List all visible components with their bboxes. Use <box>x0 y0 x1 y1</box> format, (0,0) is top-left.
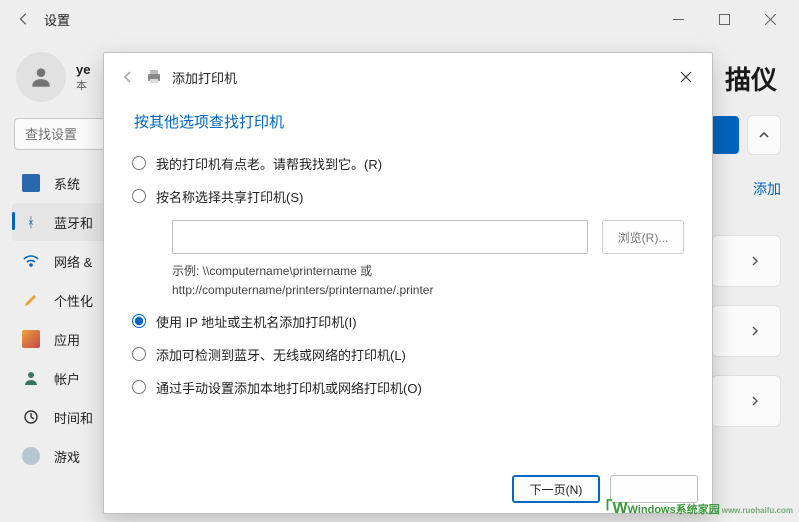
share-name-input[interactable] <box>172 220 588 254</box>
dialog-header: 添加打印机 <box>104 53 712 93</box>
printer-icon <box>144 67 164 87</box>
watermark-text: 系统家园 <box>676 501 720 517</box>
radio-old-printer[interactable] <box>132 156 146 170</box>
option-wireless-printer[interactable]: 添加可检测到蓝牙、无线或网络的打印机(L) <box>132 345 684 364</box>
dialog-back-button[interactable] <box>114 63 142 91</box>
add-printer-dialog: 添加打印机 按其他选项查找打印机 我的打印机有点老。请帮我找到它。(R) 按名称… <box>103 52 713 514</box>
share-example-text: 示例: \\computername\printername 或 http://… <box>172 262 684 300</box>
option-label: 按名称选择共享打印机(S) <box>156 187 303 206</box>
radio-ip-printer[interactable] <box>132 314 146 328</box>
option-old-printer[interactable]: 我的打印机有点老。请帮我找到它。(R) <box>132 154 684 173</box>
watermark-url: www.ruohaifu.com <box>722 506 793 515</box>
option-label: 我的打印机有点老。请帮我找到它。(R) <box>156 154 382 173</box>
dialog-subtitle: 按其他选项查找打印机 <box>104 93 712 136</box>
option-label: 通过手动设置添加本地打印机或网络打印机(O) <box>156 378 422 397</box>
radio-share-printer[interactable] <box>132 189 146 203</box>
dialog-close-button[interactable] <box>670 63 702 91</box>
option-share-printer[interactable]: 按名称选择共享打印机(S) <box>132 187 684 206</box>
dialog-title: 添加打印机 <box>172 68 237 87</box>
watermark: 「W Windows 系统家园 www.ruohaifu.com <box>596 494 793 518</box>
watermark-brand: 「W <box>596 494 627 518</box>
radio-wireless-printer[interactable] <box>132 347 146 361</box>
option-label: 使用 IP 地址或主机名添加打印机(I) <box>156 312 357 331</box>
option-ip-printer[interactable]: 使用 IP 地址或主机名添加打印机(I) <box>132 312 684 331</box>
radio-manual-printer[interactable] <box>132 380 146 394</box>
watermark-brand-text: Windows <box>628 504 676 516</box>
next-button[interactable]: 下一页(N) <box>512 475 600 503</box>
option-label: 添加可检测到蓝牙、无线或网络的打印机(L) <box>156 345 406 364</box>
option-manual-printer[interactable]: 通过手动设置添加本地打印机或网络打印机(O) <box>132 378 684 397</box>
dialog-body: 我的打印机有点老。请帮我找到它。(R) 按名称选择共享打印机(S) 浏览(R).… <box>104 136 712 467</box>
browse-button[interactable]: 浏览(R)... <box>602 220 684 254</box>
